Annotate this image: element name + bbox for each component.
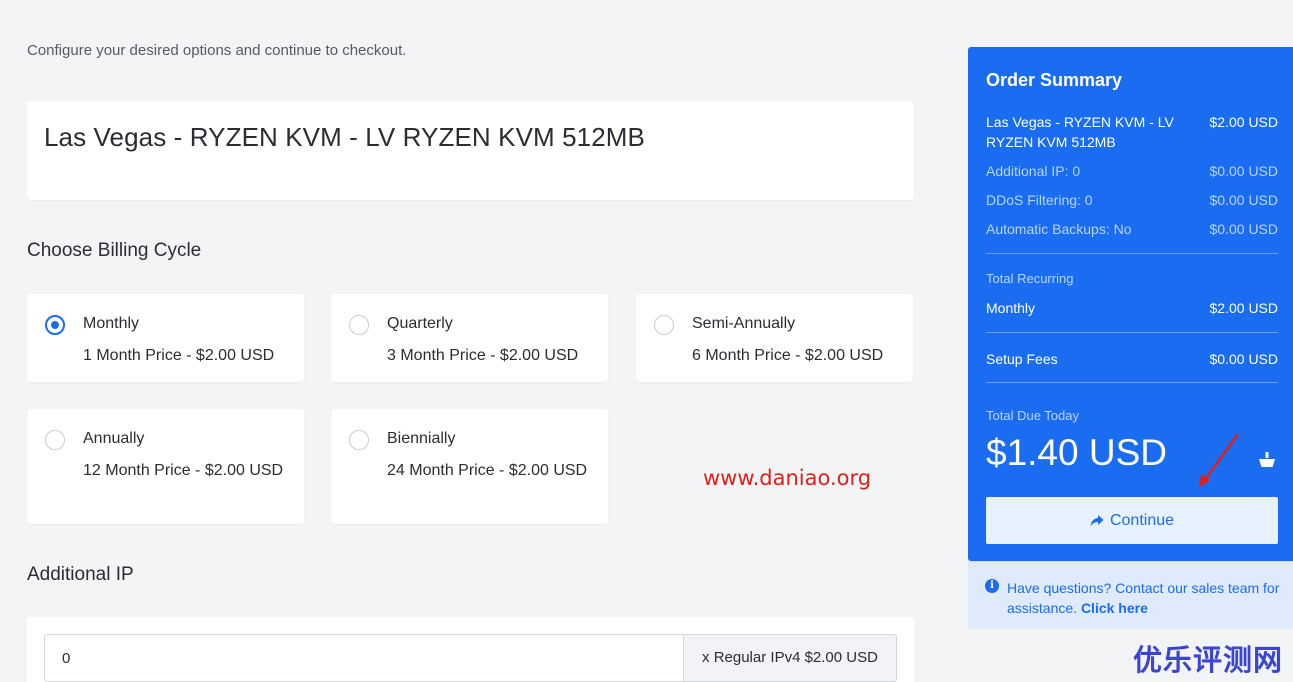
summary-divider [986, 253, 1278, 254]
brand-watermark: 优乐评测网 [1133, 643, 1284, 677]
additional-ip-input[interactable] [44, 634, 684, 682]
billing-option-price: 12 Month Price - $2.00 USD [83, 462, 284, 479]
summary-item-label: Las Vegas - RYZEN KVM - LV RYZEN KVM 512… [986, 114, 1174, 150]
summary-item-price: $0.00 USD [1209, 163, 1278, 179]
summary-item-ddos: DDoS Filtering: 0 $0.00 USD [986, 190, 1278, 210]
order-summary-title: Order Summary [986, 70, 1123, 90]
order-summary-panel: Order Summary Las Vegas - RYZEN KVM - LV… [968, 47, 1293, 561]
sales-help-box: i Have questions? Contact our sales team… [968, 561, 1293, 629]
summary-item-label: Automatic Backups: No [986, 221, 1132, 237]
summary-item-price: $0.00 USD [1209, 221, 1278, 237]
billing-option-monthly[interactable]: Monthly 1 Month Price - $2.00 USD [27, 294, 304, 382]
recurring-price: $2.00 USD [1209, 300, 1278, 316]
billing-option-name: Annually [83, 430, 145, 447]
help-link[interactable]: Click here [1081, 600, 1148, 616]
additional-ip-heading: Additional IP [27, 564, 134, 585]
billing-option-name: Quarterly [387, 315, 453, 332]
info-circle-icon: i [985, 579, 999, 593]
billing-option-name: Semi-Annually [692, 315, 796, 332]
watermark-url: www.daniao.org [703, 466, 872, 490]
summary-divider [986, 382, 1278, 383]
setup-fees-price: $0.00 USD [1209, 351, 1278, 367]
billing-cycle-heading: Choose Billing Cycle [27, 240, 202, 261]
total-recurring-label: Total Recurring [986, 271, 1074, 286]
radio-button-checked[interactable] [45, 315, 65, 335]
summary-item-label: DDoS Filtering: 0 [986, 192, 1093, 208]
radio-button[interactable] [45, 430, 65, 450]
summary-item-backups: Automatic Backups: No $0.00 USD [986, 219, 1278, 239]
billing-option-price: 24 Month Price - $2.00 USD [387, 462, 588, 479]
summary-item-product: Las Vegas - RYZEN KVM - LV RYZEN KVM 512… [986, 112, 1278, 152]
product-title: Las Vegas - RYZEN KVM - LV RYZEN KVM 512… [44, 122, 645, 152]
product-card: Las Vegas - RYZEN KVM - LV RYZEN KVM 512… [27, 101, 914, 200]
billing-option-semi-annually[interactable]: Semi-Annually 6 Month Price - $2.00 USD [636, 294, 913, 382]
summary-recurring: Monthly $2.00 USD [986, 298, 1278, 318]
summary-setup-fees: Setup Fees $0.00 USD [986, 349, 1278, 369]
red-arrow-icon [1199, 433, 1240, 488]
billing-option-price: 6 Month Price - $2.00 USD [692, 347, 884, 364]
shopping-basket-icon [1259, 452, 1275, 467]
summary-item-price: $2.00 USD [1209, 114, 1278, 130]
continue-button[interactable]: Continue [986, 497, 1278, 544]
summary-item-price: $0.00 USD [1209, 192, 1278, 208]
summary-divider [986, 332, 1278, 333]
intro-text: Configure your desired options and conti… [27, 42, 407, 59]
billing-option-name: Monthly [83, 315, 140, 332]
additional-ip-card: x Regular IPv4 $2.00 USD [27, 617, 914, 682]
help-text: Have questions? Contact our sales team f… [1007, 578, 1282, 618]
recurring-cycle: Monthly [986, 300, 1036, 316]
billing-option-biennially[interactable]: Biennially 24 Month Price - $2.00 USD [331, 409, 608, 524]
share-arrow-icon [1090, 514, 1104, 526]
billing-option-name: Biennially [387, 430, 456, 447]
setup-fees-label: Setup Fees [986, 351, 1058, 367]
billing-option-annually[interactable]: Annually 12 Month Price - $2.00 USD [27, 409, 304, 524]
summary-item-additional-ip: Additional IP: 0 $0.00 USD [986, 161, 1278, 181]
radio-button[interactable] [349, 430, 369, 450]
continue-button-label: Continue [1109, 511, 1175, 529]
radio-button[interactable] [654, 315, 674, 335]
radio-button[interactable] [349, 315, 369, 335]
summary-item-label: Additional IP: 0 [986, 163, 1081, 179]
additional-ip-addon: x Regular IPv4 $2.00 USD [683, 634, 897, 682]
billing-option-quarterly[interactable]: Quarterly 3 Month Price - $2.00 USD [331, 294, 608, 382]
total-due-amount: $1.40 USD [986, 432, 1167, 473]
billing-option-price: 1 Month Price - $2.00 USD [83, 347, 275, 364]
billing-option-price: 3 Month Price - $2.00 USD [387, 347, 579, 364]
total-due-label: Total Due Today [986, 408, 1079, 423]
